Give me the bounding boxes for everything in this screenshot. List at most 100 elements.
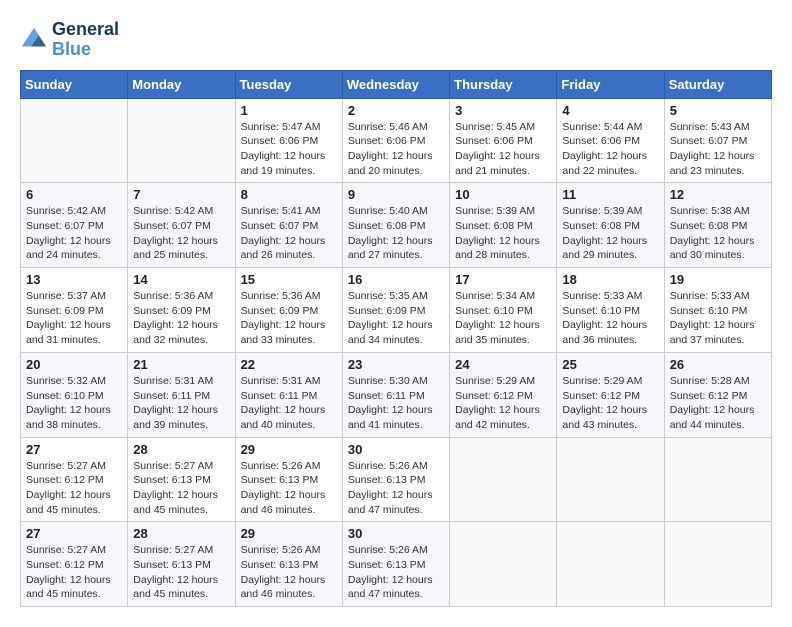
calendar-day-cell xyxy=(557,522,664,607)
calendar-day-cell: 27 Sunrise: 5:27 AMSunset: 6:12 PMDaylig… xyxy=(21,437,128,522)
calendar-day-cell: 26 Sunrise: 5:28 AMSunset: 6:12 PMDaylig… xyxy=(664,352,771,437)
calendar-day-cell: 5 Sunrise: 5:43 AMSunset: 6:07 PMDayligh… xyxy=(664,98,771,183)
calendar-day-cell: 15 Sunrise: 5:36 AMSunset: 6:09 PMDaylig… xyxy=(235,268,342,353)
day-number: 1 xyxy=(241,103,337,118)
day-info: Sunrise: 5:42 AMSunset: 6:07 PMDaylight:… xyxy=(26,204,122,263)
day-number: 19 xyxy=(670,272,766,287)
day-info: Sunrise: 5:38 AMSunset: 6:08 PMDaylight:… xyxy=(670,204,766,263)
calendar-day-cell: 9 Sunrise: 5:40 AMSunset: 6:08 PMDayligh… xyxy=(342,183,449,268)
day-info: Sunrise: 5:29 AMSunset: 6:12 PMDaylight:… xyxy=(455,374,551,433)
calendar-week-row: 27 Sunrise: 5:27 AMSunset: 6:12 PMDaylig… xyxy=(21,437,772,522)
day-number: 10 xyxy=(455,187,551,202)
calendar-week-row: 13 Sunrise: 5:37 AMSunset: 6:09 PMDaylig… xyxy=(21,268,772,353)
calendar-day-cell: 28 Sunrise: 5:27 AMSunset: 6:13 PMDaylig… xyxy=(128,522,235,607)
day-info: Sunrise: 5:45 AMSunset: 6:06 PMDaylight:… xyxy=(455,120,551,179)
calendar-day-cell: 1 Sunrise: 5:47 AMSunset: 6:06 PMDayligh… xyxy=(235,98,342,183)
calendar-day-cell xyxy=(664,522,771,607)
calendar-header-row: SundayMondayTuesdayWednesdayThursdayFrid… xyxy=(21,70,772,98)
day-info: Sunrise: 5:29 AMSunset: 6:12 PMDaylight:… xyxy=(562,374,658,433)
day-number: 21 xyxy=(133,357,229,372)
calendar-day-cell xyxy=(664,437,771,522)
logo-text: General Blue xyxy=(52,20,119,60)
day-info: Sunrise: 5:32 AMSunset: 6:10 PMDaylight:… xyxy=(26,374,122,433)
calendar-day-cell: 13 Sunrise: 5:37 AMSunset: 6:09 PMDaylig… xyxy=(21,268,128,353)
calendar-day-cell: 17 Sunrise: 5:34 AMSunset: 6:10 PMDaylig… xyxy=(450,268,557,353)
weekday-header-sunday: Sunday xyxy=(21,70,128,98)
calendar-day-cell: 6 Sunrise: 5:42 AMSunset: 6:07 PMDayligh… xyxy=(21,183,128,268)
calendar-body: 1 Sunrise: 5:47 AMSunset: 6:06 PMDayligh… xyxy=(21,98,772,607)
calendar-day-cell: 30 Sunrise: 5:26 AMSunset: 6:13 PMDaylig… xyxy=(342,522,449,607)
day-number: 3 xyxy=(455,103,551,118)
day-info: Sunrise: 5:43 AMSunset: 6:07 PMDaylight:… xyxy=(670,120,766,179)
calendar-day-cell: 29 Sunrise: 5:26 AMSunset: 6:13 PMDaylig… xyxy=(235,437,342,522)
weekday-header-saturday: Saturday xyxy=(664,70,771,98)
day-number: 2 xyxy=(348,103,444,118)
calendar-week-row: 1 Sunrise: 5:47 AMSunset: 6:06 PMDayligh… xyxy=(21,98,772,183)
calendar-day-cell: 25 Sunrise: 5:29 AMSunset: 6:12 PMDaylig… xyxy=(557,352,664,437)
day-number: 14 xyxy=(133,272,229,287)
day-number: 22 xyxy=(241,357,337,372)
day-number: 6 xyxy=(26,187,122,202)
day-info: Sunrise: 5:44 AMSunset: 6:06 PMDaylight:… xyxy=(562,120,658,179)
day-number: 7 xyxy=(133,187,229,202)
calendar-day-cell: 3 Sunrise: 5:45 AMSunset: 6:06 PMDayligh… xyxy=(450,98,557,183)
day-info: Sunrise: 5:27 AMSunset: 6:12 PMDaylight:… xyxy=(26,543,122,602)
day-info: Sunrise: 5:39 AMSunset: 6:08 PMDaylight:… xyxy=(455,204,551,263)
calendar-week-row: 27 Sunrise: 5:27 AMSunset: 6:12 PMDaylig… xyxy=(21,522,772,607)
calendar-day-cell: 14 Sunrise: 5:36 AMSunset: 6:09 PMDaylig… xyxy=(128,268,235,353)
calendar-day-cell: 7 Sunrise: 5:42 AMSunset: 6:07 PMDayligh… xyxy=(128,183,235,268)
calendar-day-cell: 24 Sunrise: 5:29 AMSunset: 6:12 PMDaylig… xyxy=(450,352,557,437)
day-number: 17 xyxy=(455,272,551,287)
day-info: Sunrise: 5:36 AMSunset: 6:09 PMDaylight:… xyxy=(241,289,337,348)
day-number: 28 xyxy=(133,526,229,541)
day-info: Sunrise: 5:31 AMSunset: 6:11 PMDaylight:… xyxy=(133,374,229,433)
day-info: Sunrise: 5:26 AMSunset: 6:13 PMDaylight:… xyxy=(348,459,444,518)
day-number: 29 xyxy=(241,526,337,541)
calendar-day-cell: 19 Sunrise: 5:33 AMSunset: 6:10 PMDaylig… xyxy=(664,268,771,353)
calendar-day-cell: 28 Sunrise: 5:27 AMSunset: 6:13 PMDaylig… xyxy=(128,437,235,522)
calendar-day-cell: 27 Sunrise: 5:27 AMSunset: 6:12 PMDaylig… xyxy=(21,522,128,607)
calendar-week-row: 6 Sunrise: 5:42 AMSunset: 6:07 PMDayligh… xyxy=(21,183,772,268)
logo: General Blue xyxy=(20,20,119,60)
weekday-header-tuesday: Tuesday xyxy=(235,70,342,98)
calendar-week-row: 20 Sunrise: 5:32 AMSunset: 6:10 PMDaylig… xyxy=(21,352,772,437)
calendar-day-cell: 29 Sunrise: 5:26 AMSunset: 6:13 PMDaylig… xyxy=(235,522,342,607)
calendar-day-cell: 12 Sunrise: 5:38 AMSunset: 6:08 PMDaylig… xyxy=(664,183,771,268)
calendar-day-cell: 8 Sunrise: 5:41 AMSunset: 6:07 PMDayligh… xyxy=(235,183,342,268)
day-number: 30 xyxy=(348,442,444,457)
day-info: Sunrise: 5:36 AMSunset: 6:09 PMDaylight:… xyxy=(133,289,229,348)
weekday-header-wednesday: Wednesday xyxy=(342,70,449,98)
calendar-day-cell: 18 Sunrise: 5:33 AMSunset: 6:10 PMDaylig… xyxy=(557,268,664,353)
day-info: Sunrise: 5:27 AMSunset: 6:13 PMDaylight:… xyxy=(133,459,229,518)
day-info: Sunrise: 5:35 AMSunset: 6:09 PMDaylight:… xyxy=(348,289,444,348)
day-info: Sunrise: 5:46 AMSunset: 6:06 PMDaylight:… xyxy=(348,120,444,179)
day-info: Sunrise: 5:27 AMSunset: 6:13 PMDaylight:… xyxy=(133,543,229,602)
day-number: 26 xyxy=(670,357,766,372)
day-number: 13 xyxy=(26,272,122,287)
day-info: Sunrise: 5:33 AMSunset: 6:10 PMDaylight:… xyxy=(670,289,766,348)
calendar-day-cell xyxy=(557,437,664,522)
day-info: Sunrise: 5:28 AMSunset: 6:12 PMDaylight:… xyxy=(670,374,766,433)
day-number: 27 xyxy=(26,526,122,541)
calendar-day-cell: 30 Sunrise: 5:26 AMSunset: 6:13 PMDaylig… xyxy=(342,437,449,522)
calendar-day-cell: 10 Sunrise: 5:39 AMSunset: 6:08 PMDaylig… xyxy=(450,183,557,268)
day-info: Sunrise: 5:41 AMSunset: 6:07 PMDaylight:… xyxy=(241,204,337,263)
day-number: 20 xyxy=(26,357,122,372)
calendar-day-cell: 20 Sunrise: 5:32 AMSunset: 6:10 PMDaylig… xyxy=(21,352,128,437)
day-number: 11 xyxy=(562,187,658,202)
day-info: Sunrise: 5:39 AMSunset: 6:08 PMDaylight:… xyxy=(562,204,658,263)
day-number: 27 xyxy=(26,442,122,457)
day-info: Sunrise: 5:26 AMSunset: 6:13 PMDaylight:… xyxy=(348,543,444,602)
day-number: 12 xyxy=(670,187,766,202)
day-info: Sunrise: 5:42 AMSunset: 6:07 PMDaylight:… xyxy=(133,204,229,263)
day-number: 18 xyxy=(562,272,658,287)
day-number: 23 xyxy=(348,357,444,372)
day-info: Sunrise: 5:47 AMSunset: 6:06 PMDaylight:… xyxy=(241,120,337,179)
weekday-header-monday: Monday xyxy=(128,70,235,98)
page-header: General Blue xyxy=(20,20,772,60)
day-number: 29 xyxy=(241,442,337,457)
day-info: Sunrise: 5:37 AMSunset: 6:09 PMDaylight:… xyxy=(26,289,122,348)
day-number: 9 xyxy=(348,187,444,202)
calendar-day-cell xyxy=(21,98,128,183)
calendar-day-cell: 11 Sunrise: 5:39 AMSunset: 6:08 PMDaylig… xyxy=(557,183,664,268)
